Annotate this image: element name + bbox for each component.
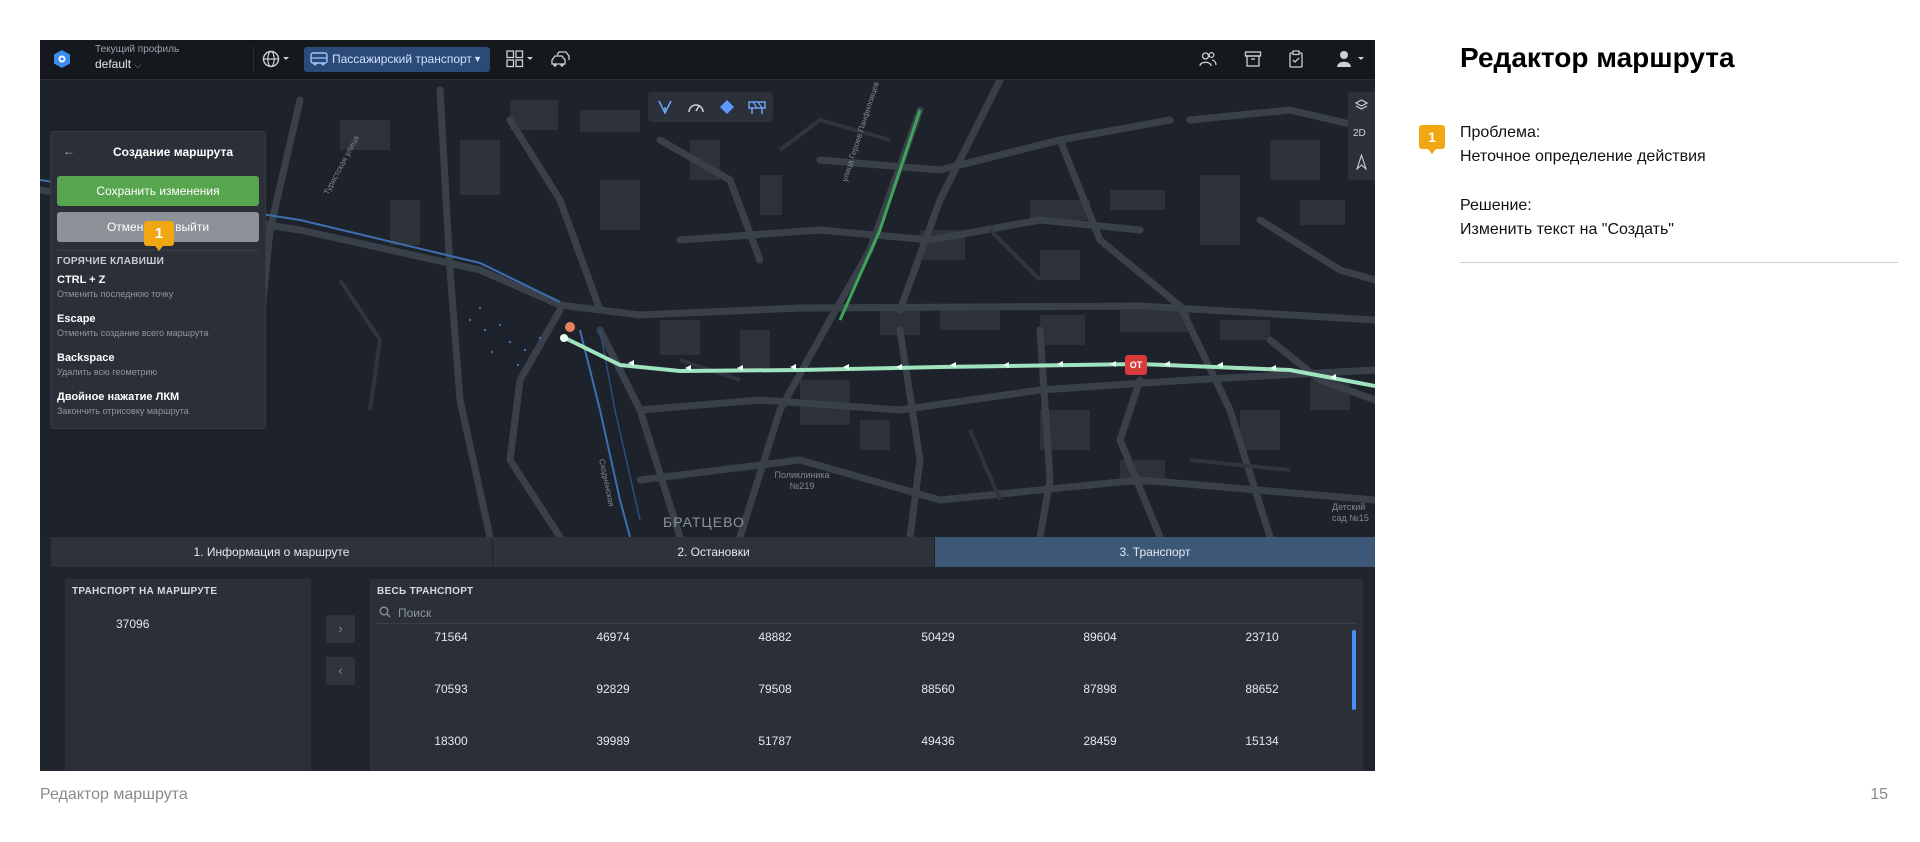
route-creation-panel: ← Создание маршрута Сохранить изменения … <box>51 132 265 428</box>
hotkey-key: Двойное нажатие ЛКМ <box>57 391 180 403</box>
solution-label: Решение: <box>1460 197 1532 214</box>
vehicle-item[interactable]: 28459 <box>1019 733 1181 749</box>
vehicle-item[interactable]: 70593 <box>370 681 532 697</box>
vehicle-row: 18300 39989 51787 49436 28459 15134 <box>370 733 1355 771</box>
hotkey-key: Escape <box>57 313 96 325</box>
user-avatar-icon[interactable] <box>1336 50 1368 68</box>
transport-mode-select[interactable]: Пассажирский транспорт ▼ <box>304 47 490 72</box>
bus-stop-marker[interactable]: ОТ <box>1125 355 1147 375</box>
vehicle-item[interactable]: 15134 <box>1181 733 1343 749</box>
search-input[interactable] <box>396 603 800 623</box>
top-bar: Текущий профиль default ⌵ Пассажирский т… <box>40 40 1375 80</box>
profile-selector[interactable]: default ⌵ <box>95 57 141 71</box>
hotkey-description: Закончить отрисовку маршрута <box>57 406 189 416</box>
search-icon <box>379 606 391 618</box>
footer-title: Редактор маршрута <box>40 786 188 803</box>
vehicle-item[interactable]: 50429 <box>857 629 1019 645</box>
hotkey-key: Backspace <box>57 352 115 364</box>
users-icon[interactable] <box>1199 50 1217 68</box>
app-logo-icon <box>54 50 70 68</box>
vehicle-item[interactable]: 89604 <box>1019 629 1181 645</box>
slide-title: Редактор маршрута <box>1460 42 1735 73</box>
save-changes-button[interactable]: Сохранить изменения <box>57 176 259 206</box>
vehicle-item[interactable]: 18300 <box>370 733 532 749</box>
view-mode-toggle[interactable]: 2D <box>1353 128 1366 139</box>
app-screenshot: Текущий профиль default ⌵ Пассажирский т… <box>40 40 1375 771</box>
annotation-marker: 1 <box>1419 125 1445 154</box>
globe-icon[interactable] <box>262 50 292 68</box>
vehicle-item[interactable]: 79508 <box>694 681 856 697</box>
map-view-controls: 2D <box>1348 92 1375 180</box>
map-drawing-toolbar <box>648 92 773 122</box>
note-divider <box>1460 262 1898 263</box>
vehicle-item[interactable]: 87898 <box>1019 681 1181 697</box>
hotkey-key: CTRL + Z <box>57 274 106 286</box>
vehicle-item[interactable]: 71564 <box>370 629 532 645</box>
vehicle-item[interactable]: 39989 <box>532 733 694 749</box>
profile-value: default <box>95 57 132 71</box>
toolbar-divider <box>253 46 254 72</box>
tab-route-info[interactable]: 1. Информация о маршруте <box>51 537 492 567</box>
vehicle-list-scrollbar[interactable] <box>1352 630 1356 710</box>
route-editor-bottom: 1. Информация о маршруте 2. Остановки 3.… <box>40 537 1375 771</box>
hotkey-item: CTRL + Z Отменить последнюю точку <box>57 274 262 299</box>
all-transport-heading: ВЕСЬ ТРАНСПОРТ <box>377 586 474 597</box>
move-left-button[interactable]: ‹ <box>326 657 355 685</box>
vehicle-item[interactable]: 46974 <box>532 629 694 645</box>
chevron-down-icon: ⌵ <box>134 60 142 70</box>
vehicle-grid: 71564 46974 48882 50429 89604 23710 7059… <box>370 629 1355 771</box>
vehicle-item[interactable]: 49436 <box>857 733 1019 749</box>
chevron-down-icon: ▼ <box>473 54 482 64</box>
vehicle-item[interactable]: 92829 <box>532 681 694 697</box>
vehicle-item[interactable]: 23710 <box>1181 629 1343 645</box>
hotkey-item: Двойное нажатие ЛКМ Закончить отрисовку … <box>57 391 262 416</box>
vehicle-row: 71564 46974 48882 50429 89604 23710 <box>370 629 1355 681</box>
move-right-button[interactable]: › <box>326 615 355 643</box>
layers-grid-icon[interactable] <box>506 50 536 68</box>
hotkey-description: Отменить последнюю точку <box>57 289 174 299</box>
tab-stops[interactable]: 2. Остановки <box>493 537 934 567</box>
problem-text: Неточное определение действия <box>1460 148 1706 165</box>
bus-icon <box>310 52 328 66</box>
assigned-vehicle[interactable]: 37096 <box>116 617 149 631</box>
clipboard-icon[interactable] <box>1287 50 1305 68</box>
annotation-marker: 1 <box>144 221 174 251</box>
compass-icon[interactable] <box>1356 154 1367 170</box>
solution-text: Изменить текст на "Создать" <box>1460 221 1674 238</box>
hotkey-item: Escape Отменить создание всего маршрута <box>57 313 262 338</box>
archive-icon[interactable] <box>1244 50 1262 68</box>
route-panel-title: Создание маршрута <box>113 145 233 159</box>
vehicles-icon[interactable] <box>550 50 570 68</box>
vehicle-item[interactable]: 48882 <box>694 629 856 645</box>
map-label-kindergarten: Детский сад №15 <box>1332 502 1369 523</box>
hotkey-description: Удалить всю геометрию <box>57 367 158 377</box>
hotkeys-heading: ГОРЯЧИЕ КЛАВИШИ <box>57 256 165 267</box>
hotkey-description: Отменить создание всего маршрута <box>57 328 209 338</box>
route-transport-heading: ТРАНСПОРТ НА МАРШРУТЕ <box>72 586 218 597</box>
map-label-clinic: Поликлиника №219 <box>774 470 830 491</box>
transport-search <box>376 601 1356 624</box>
vehicle-item[interactable]: 51787 <box>694 733 856 749</box>
vehicle-item[interactable]: 88560 <box>857 681 1019 697</box>
route-transport-panel: ТРАНСПОРТ НА МАРШРУТЕ 37096 <box>65 579 311 771</box>
layers-icon[interactable] <box>1355 99 1368 111</box>
map-label-district: БРАТЦЕВО <box>663 514 745 530</box>
vehicle-item[interactable]: 88652 <box>1181 681 1343 697</box>
transport-mode-label: Пассажирский транспорт <box>332 52 472 66</box>
vehicle-row: 70593 92829 79508 88560 87898 88652 <box>370 681 1355 733</box>
map-view[interactable]: ОТ БРАТЦЕВО Поликлиника №219 Детский сад… <box>40 80 1375 537</box>
tab-transport[interactable]: 3. Транспорт <box>935 537 1375 567</box>
problem-label: Проблема: <box>1460 124 1541 141</box>
all-transport-panel: ВЕСЬ ТРАНСПОРТ 71564 46974 48882 50429 8… <box>370 579 1363 771</box>
hotkey-item: Backspace Удалить всю геометрию <box>57 352 262 377</box>
page-number: 15 <box>1870 786 1888 803</box>
profile-caption: Текущий профиль <box>95 44 180 55</box>
route-tabs: 1. Информация о маршруте 2. Остановки 3.… <box>51 537 1375 567</box>
